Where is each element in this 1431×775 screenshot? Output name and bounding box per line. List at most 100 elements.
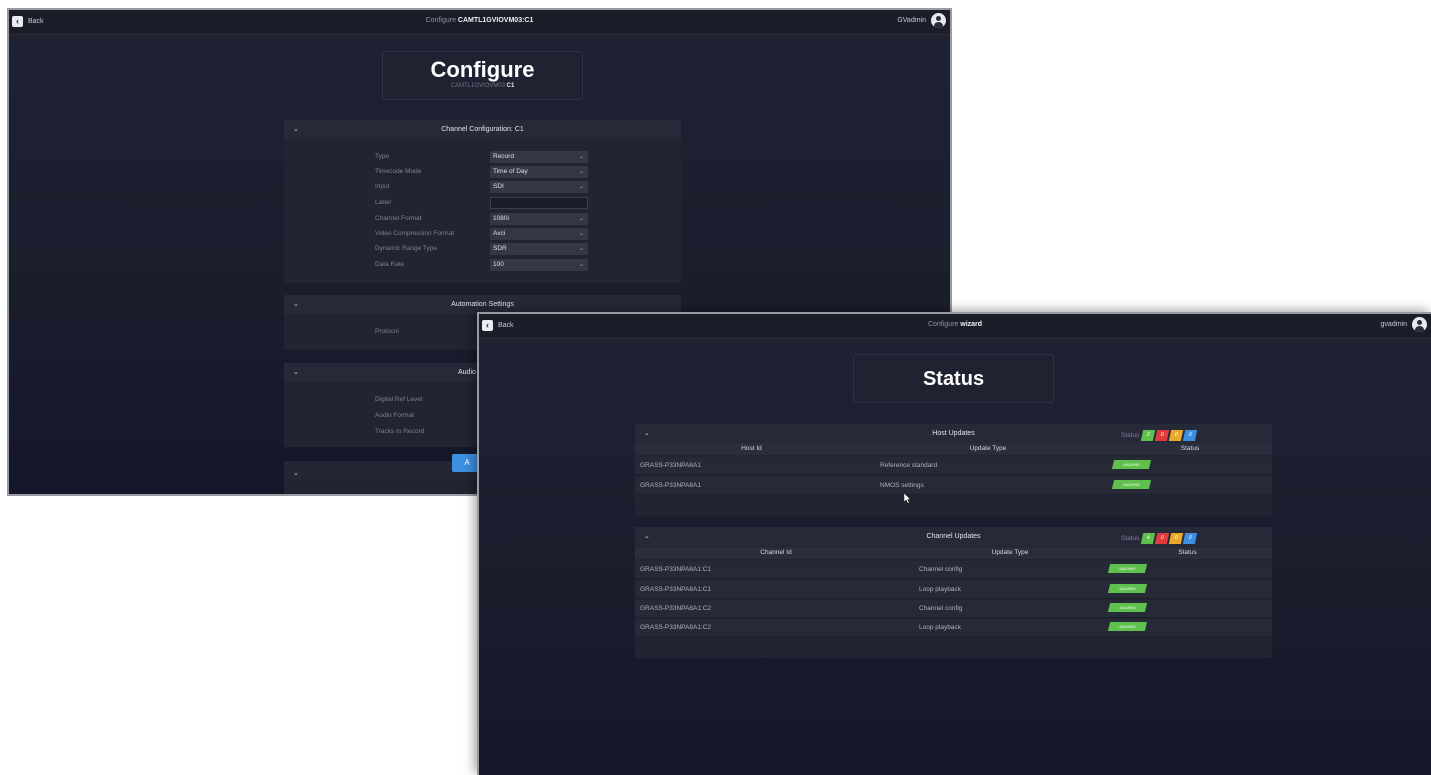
info-count-badge: 0 [1183,533,1198,544]
success-count-badge: 4 [1141,533,1156,544]
update-type: Loop playback [919,624,961,631]
update-type: Reference standard [880,462,938,469]
timecode-mode-select[interactable]: Time of Day ⌄ [490,166,588,178]
user-menu[interactable]: GVadmin [897,13,946,28]
avatar-icon [1412,317,1427,332]
field-label: Timecode Mode [375,168,422,175]
chevron-down-icon[interactable]: ⌄ [293,368,299,376]
channel-configuration-panel: ⌄ Channel Configuration: C1 Type Record ⌄… [284,120,681,283]
chevron-down-icon[interactable]: ⌄ [293,469,299,477]
chevron-down-icon: ⌄ [578,169,584,175]
column-header: Host Id [741,445,762,452]
status-badge: success [1107,584,1148,593]
panel-header: ⌄ Host Updates Status 2 0 0 0 [635,424,1272,443]
table-row[interactable]: GRASS-P33NPA8A1:C2 Channel config succes… [635,600,1272,618]
column-header: Update Type [991,549,1029,556]
warning-count-badge: 0 [1169,430,1184,441]
field-input: Input SDI ⌄ [284,181,681,193]
status-window: ‹ Back Configure wizard gvadmin Status ⌄… [477,312,1431,775]
status-badge: success [1107,603,1148,612]
username: gvadmin [1380,321,1407,328]
mouse-cursor-icon [904,493,912,504]
update-type: Loop playback [919,586,961,593]
chevron-down-icon: ⌄ [578,184,584,190]
table-row[interactable]: GRASS-P33NPA8A1 Reference standard succe… [635,457,1272,475]
page-header: Configure CAMTL1GVIOVM03:C1 [382,51,583,100]
info-count-badge: 0 [1183,430,1198,441]
table-header: Channel Id Update Type Status [635,547,1272,559]
field-label: Type [375,153,390,160]
status-label: Status [1121,535,1140,542]
status-badge: success [1107,622,1148,631]
field-label: Input [375,183,390,190]
channel-format-select[interactable]: 1080i ⌄ [490,213,588,225]
top-bar: ‹ Back Configure wizard gvadmin [479,314,1431,339]
update-type: Channel config [919,605,963,612]
title-target: wizard [960,321,983,328]
video-compression-select[interactable]: Avci ⌄ [490,228,588,240]
top-bar: ‹ Back Configure CAMTL1GVIOVM03:C1 GVadm… [9,10,950,35]
status-badge: success [1111,460,1152,469]
status-badge: success [1107,564,1148,573]
host-id: GRASS-P33NPA8A1 [640,482,701,489]
table-row[interactable]: GRASS-P33NPA8A1 NMOS settings success [635,477,1272,495]
field-timecode-mode: Timecode Mode Time of Day ⌄ [284,166,681,178]
success-count-badge: 2 [1141,430,1156,441]
column-header: Status [1178,549,1197,556]
field-label: Label [375,199,391,206]
field-label: Protocol [375,328,399,335]
label-input[interactable] [490,197,588,209]
username: GVadmin [897,17,926,24]
error-count-badge: 0 [1155,430,1170,441]
update-type: Channel config [919,566,963,573]
field-channel-format: Channel Format 1080i ⌄ [284,213,681,225]
host-updates-panel: ⌄ Host Updates Status 2 0 0 0 Host Id Up… [635,424,1272,516]
error-count-badge: 0 [1155,533,1170,544]
column-header: Status [1180,445,1200,452]
panel-title: Automation Settings [451,301,514,308]
status-label: Status [1121,432,1140,439]
page-header: Status [853,354,1054,403]
title-target: CAMTL1GVIOVM03:C1 [457,17,534,24]
panel-header: ⌄ Channel Configuration: C1 [284,120,681,139]
dynamic-range-select[interactable]: SDR ⌄ [490,243,588,255]
page-subtitle: CAMTL1GVIOVM03:C1 [450,83,515,89]
status-badge: success [1111,480,1152,489]
channel-id: GRASS-P33NPA8A1:C1 [640,566,712,573]
host-id: GRASS-P33NPA8A1 [640,462,701,469]
user-menu[interactable]: gvadmin [1381,317,1427,332]
table-row[interactable]: GRASS-P33NPA8A1:C1 Loop playback success [635,581,1272,599]
page-title: Configure [430,57,535,82]
field-label: Digital Ref Level [375,396,423,403]
channel-id: GRASS-P33NPA8A1:C2 [640,624,712,631]
column-header: Channel Id [760,549,792,556]
title-prefix: Configure [425,17,456,24]
table-row[interactable]: GRASS-P33NPA8A1:C2 Loop playback success [635,619,1272,637]
chevron-down-icon: ⌄ [578,262,584,268]
column-header: Update Type [969,445,1007,452]
channel-id: GRASS-P33NPA8A1:C2 [640,605,712,612]
field-video-compression: Video Compression Format Avci ⌄ [284,228,681,240]
channel-updates-panel: ⌄ Channel Updates Status 4 0 0 0 Channel… [635,527,1272,658]
field-label: Audio Format [375,412,415,419]
type-select[interactable]: Record ⌄ [490,151,588,163]
field-label: Video Compression Format [375,230,454,237]
field-data-rate: Data Rate 100 ⌄ [284,259,681,271]
table-header: Host Id Update Type Status [635,443,1272,455]
status-badges: Status 4 0 0 0 [1121,533,1198,544]
field-label: Channel Format [375,215,422,222]
data-rate-select[interactable]: 100 ⌄ [490,259,588,271]
window-title: Configure CAMTL1GVIOVM03:C1 [9,17,950,24]
page-title: Status [922,368,985,390]
panel-title: Channel Configuration: C1 [441,126,524,133]
title-prefix: Configure [927,321,959,328]
channel-id: GRASS-P33NPA8A1:C1 [640,586,712,593]
panel-header: ⌄ Channel Updates Status 4 0 0 0 [635,527,1272,546]
chevron-down-icon: ⌄ [578,231,584,237]
input-select[interactable]: SDI ⌄ [490,181,588,193]
table-row[interactable]: GRASS-P33NPA8A1:C1 Channel config succes… [635,561,1272,579]
window-title: Configure wizard [479,321,1431,328]
field-label-row: Label [284,197,681,209]
chevron-down-icon: ⌄ [578,154,584,160]
field-dynamic-range: Dynamic Range Type SDR ⌄ [284,243,681,255]
